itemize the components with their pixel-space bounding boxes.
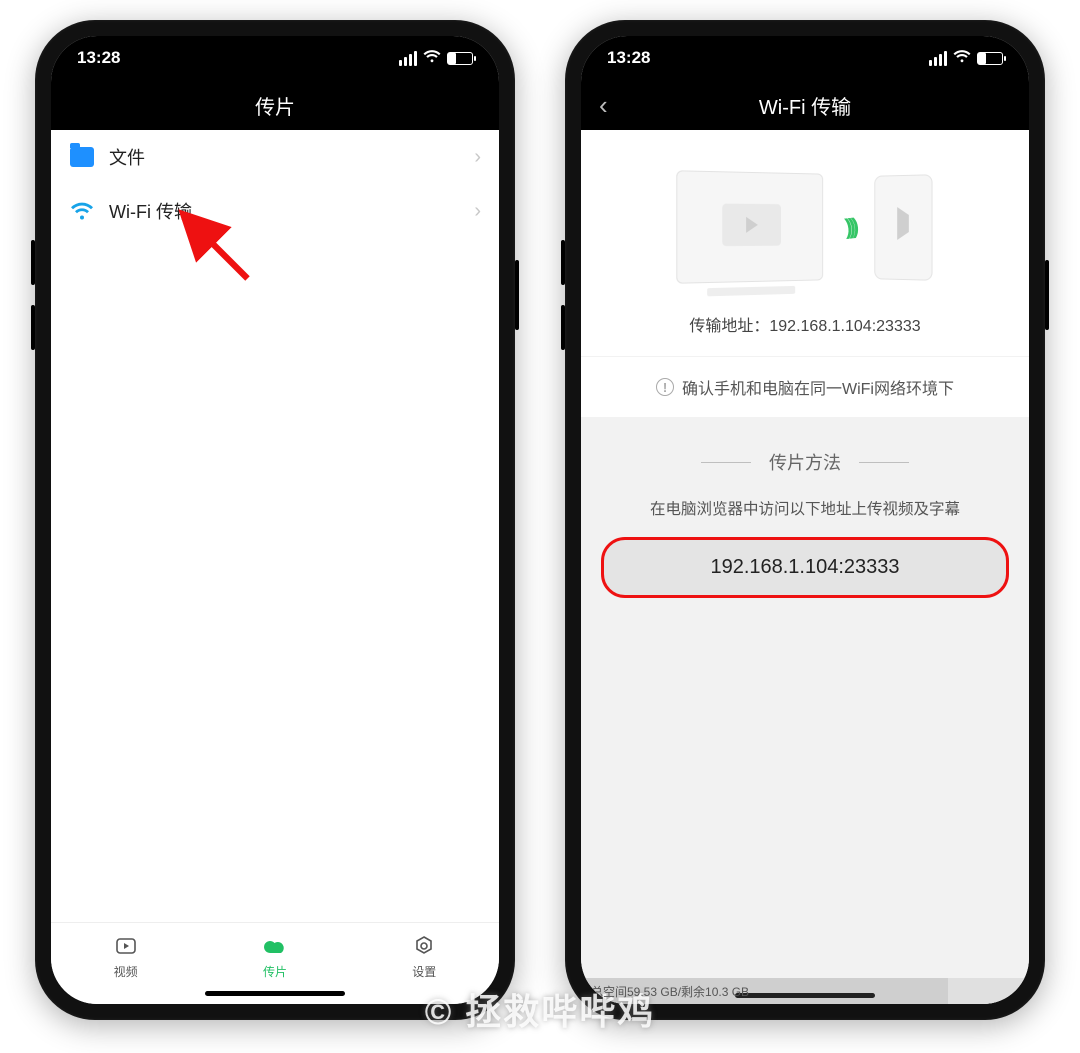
battery-icon bbox=[977, 52, 1003, 65]
info-icon: ! bbox=[656, 378, 674, 396]
status-time: 13:28 bbox=[607, 48, 650, 68]
row-files[interactable]: 文件 › bbox=[51, 130, 499, 184]
chevron-right-icon: › bbox=[474, 146, 481, 169]
tab-label: 设置 bbox=[412, 963, 436, 980]
note-text: 确认手机和电脑在同一WiFi网络环境下 bbox=[682, 375, 954, 399]
phone-right: 13:28 ‹ Wi-Fi 传输 ))) bbox=[565, 20, 1045, 1020]
signal-icon bbox=[399, 51, 417, 66]
method-title-text: 传片方法 bbox=[769, 449, 841, 475]
notch bbox=[175, 36, 375, 66]
tab-label: 视频 bbox=[114, 963, 138, 980]
wifi-note: ! 确认手机和电脑在同一WiFi网络环境下 bbox=[581, 357, 1029, 417]
folder-icon bbox=[69, 144, 95, 170]
phone-left: 13:28 传片 文件 › bbox=[35, 20, 515, 1020]
tab-settings[interactable]: 设置 bbox=[411, 933, 437, 980]
transfer-address: 传输地址：192.168.1.104:23333 bbox=[591, 312, 1019, 336]
tab-label: 传片 bbox=[263, 963, 287, 980]
tab-bar: 视频 传片 设置 bbox=[51, 922, 499, 1004]
ip-address-box[interactable]: 192.168.1.104:23333 bbox=[601, 537, 1009, 598]
tab-video[interactable]: 视频 bbox=[113, 933, 139, 980]
row-label: Wi-Fi 传输 bbox=[109, 198, 192, 224]
computer-icon bbox=[676, 170, 823, 284]
row-label: 文件 bbox=[109, 144, 145, 170]
battery-icon bbox=[447, 52, 473, 65]
addr-value: 192.168.1.104:23333 bbox=[769, 318, 920, 335]
gear-icon bbox=[411, 933, 437, 959]
wifi-icon bbox=[953, 48, 971, 68]
notch bbox=[705, 36, 905, 66]
page-title: Wi-Fi 传输 bbox=[759, 91, 851, 120]
home-indicator[interactable] bbox=[205, 991, 345, 996]
transfer-illustration: ))) 传输地址：192.168.1.104:23333 bbox=[581, 130, 1029, 356]
play-icon bbox=[113, 933, 139, 959]
row-wifi-transfer[interactable]: Wi-Fi 传输 › bbox=[51, 184, 499, 238]
page-title: 传片 bbox=[255, 91, 295, 120]
phone-icon bbox=[874, 174, 932, 281]
storage-text: 总空间59.53 GB/剩余10.3 GB bbox=[591, 983, 749, 1000]
wifi-icon bbox=[69, 198, 95, 224]
home-indicator[interactable] bbox=[735, 993, 875, 998]
cloud-icon bbox=[262, 933, 288, 959]
wifi-waves-icon: ))) bbox=[844, 214, 857, 241]
storage-bar: 总空间59.53 GB/剩余10.3 GB bbox=[581, 978, 1029, 1004]
method-description: 在电脑浏览器中访问以下地址上传视频及字幕 bbox=[601, 497, 1009, 519]
nav-header: 传片 bbox=[51, 80, 499, 130]
tab-transfer[interactable]: 传片 bbox=[262, 933, 288, 980]
status-time: 13:28 bbox=[77, 48, 120, 68]
chevron-right-icon: › bbox=[474, 200, 481, 223]
nav-header: ‹ Wi-Fi 传输 bbox=[581, 80, 1029, 130]
addr-label: 传输地址： bbox=[689, 318, 769, 335]
wifi-icon bbox=[423, 48, 441, 68]
signal-icon bbox=[929, 51, 947, 66]
method-heading: 传片方法 bbox=[601, 449, 1009, 475]
back-button[interactable]: ‹ bbox=[599, 90, 608, 121]
